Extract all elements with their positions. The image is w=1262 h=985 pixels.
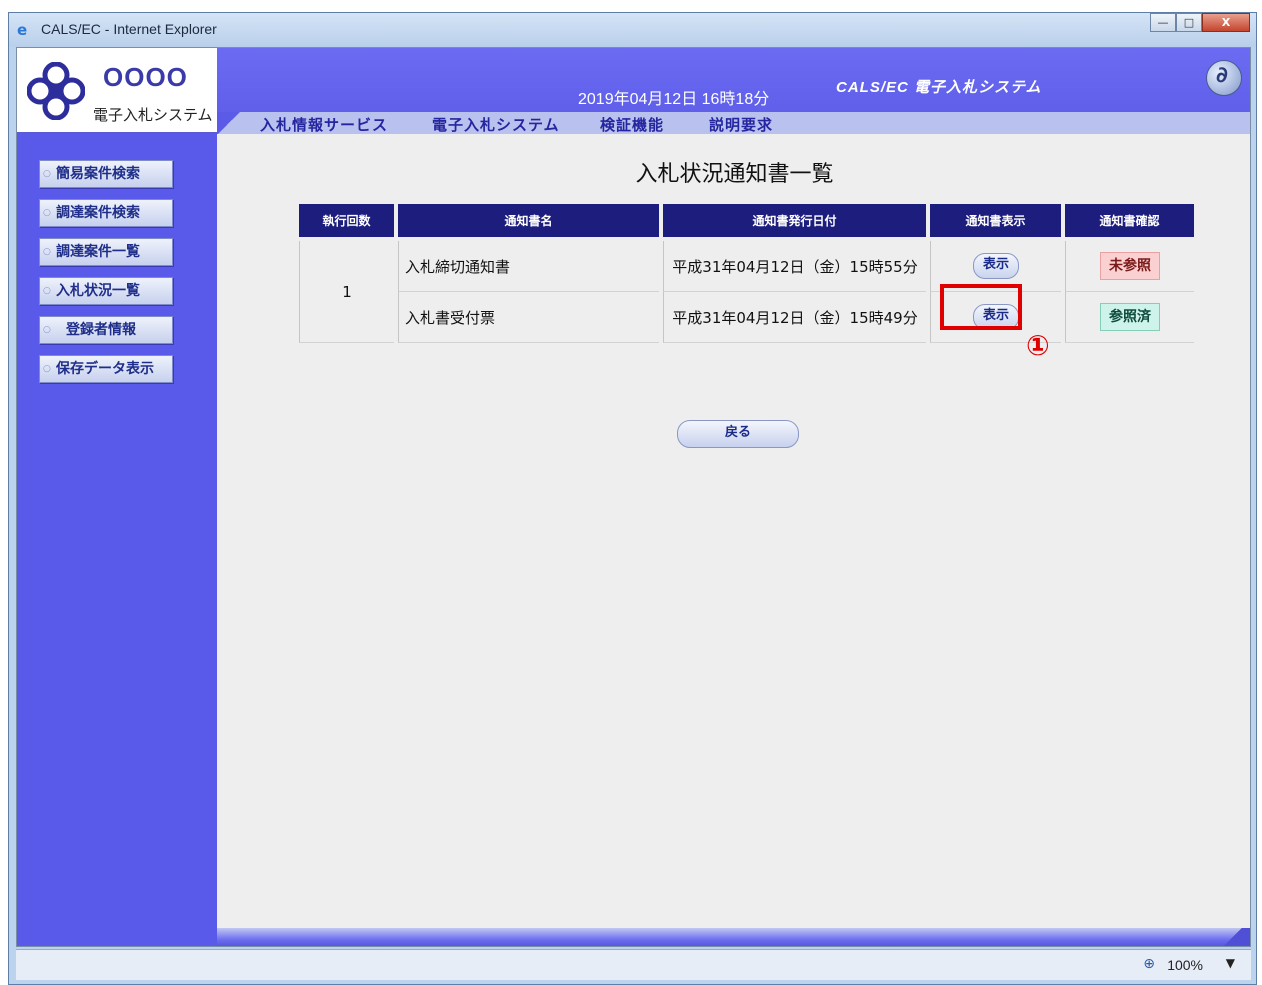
status-unread-badge[interactable]: 未参照 (1100, 252, 1160, 280)
sidebar-item-simple-search[interactable]: 簡易案件検索 (39, 160, 173, 188)
sidebar-item-bid-status-list[interactable]: 入札状況一覧 (39, 277, 173, 305)
header-logo-area: OOOO 電子入札システム (17, 48, 217, 134)
current-datetime: 2019年04月12日 16時18分 (578, 91, 770, 108)
status-bar: ⊕ 100% ▼ (16, 949, 1251, 980)
confirm-cell: 参照済 (1065, 292, 1194, 343)
restore-button[interactable]: □ (1176, 13, 1202, 32)
sidebar-item-procurement-list[interactable]: 調達案件一覧 (39, 238, 173, 266)
notice-table: 執行回数 通知書名 通知書発行日付 通知書表示 通知書確認 1 入札締切通知書 … (295, 204, 1198, 343)
back-button[interactable]: 戻る (677, 420, 799, 448)
status-read-badge[interactable]: 参照済 (1100, 303, 1160, 331)
col-round: 執行回数 (299, 204, 394, 237)
notice-name: 入札締切通知書 (398, 241, 659, 292)
issue-date: 平成31年04月12日（金）15時49分 (663, 292, 926, 343)
browser-window: e CALS/EC - Internet Explorer — □ X OOOO… (8, 12, 1257, 985)
col-notice-name: 通知書名 (398, 204, 659, 237)
table-header-row: 執行回数 通知書名 通知書発行日付 通知書表示 通知書確認 (299, 204, 1194, 237)
menu-bid-info-service[interactable]: 入札情報サービス (260, 114, 388, 135)
close-button[interactable]: X (1202, 13, 1250, 32)
footer-bar (217, 928, 1250, 946)
issue-date: 平成31年04月12日（金）15時55分 (663, 241, 926, 292)
col-issue-date: 通知書発行日付 (663, 204, 926, 237)
sidebar: 簡易案件検索 調達案件検索 調達案件一覧 入札状況一覧 登録者情報 保存データ表… (17, 134, 217, 946)
step-marker: ① (1026, 329, 1050, 362)
sidebar-item-procurement-search[interactable]: 調達案件検索 (39, 199, 173, 227)
col-notice-display: 通知書表示 (930, 204, 1061, 237)
window-title: CALS/EC - Internet Explorer (41, 21, 217, 37)
confirm-cell: 未参照 (1065, 241, 1194, 292)
page-title: 入札状況通知書一覧 (635, 162, 834, 187)
zoom-dropdown-icon[interactable]: ▼ (1226, 956, 1235, 970)
globe-icon[interactable]: ∂ (1206, 60, 1242, 96)
system-name: 電子入札システム (93, 106, 213, 124)
display-button[interactable]: 表示 (973, 253, 1019, 279)
zoom-icon: ⊕ (1143, 956, 1155, 972)
window-controls: — □ X (1150, 13, 1250, 33)
footer-corner (1212, 928, 1250, 946)
menu-explanation-request[interactable]: 説明要求 (709, 114, 773, 135)
col-notice-confirm: 通知書確認 (1065, 204, 1194, 237)
sidebar-item-registrant-info[interactable]: 登録者情報 (39, 316, 173, 344)
minimize-button[interactable]: — (1150, 13, 1176, 32)
menu-bar-corner (217, 112, 241, 134)
ie-logo-icon: e (17, 21, 28, 39)
org-name: OOOO (103, 62, 188, 92)
round-number: 1 (299, 241, 394, 343)
notice-name: 入札書受付票 (398, 292, 659, 343)
zoom-level[interactable]: 100% (1167, 957, 1203, 973)
menu-verification[interactable]: 検証機能 (600, 114, 664, 135)
table-row: 1 入札締切通知書 平成31年04月12日（金）15時55分 表示 未参照 (299, 241, 1194, 343)
brand-title: CALS/EC 電子入札システム (836, 79, 1042, 96)
title-bar: e CALS/EC - Internet Explorer — □ X (9, 13, 1256, 47)
menu-e-bidding-system[interactable]: 電子入札システム (432, 114, 560, 135)
main-content: 入札状況通知書一覧 執行回数 通知書名 通知書発行日付 通知書表示 通知書確認 … (217, 134, 1250, 928)
sidebar-item-saved-data[interactable]: 保存データ表示 (39, 355, 173, 383)
highlight-box (940, 284, 1022, 330)
page-viewport: OOOO 電子入札システム 2019年04月12日 16時18分 CALS/EC… (16, 47, 1251, 947)
org-logo-icon (27, 62, 85, 120)
table-row: 入札書受付票 平成31年04月12日（金）15時49分 表示 参照済 (299, 292, 1194, 343)
